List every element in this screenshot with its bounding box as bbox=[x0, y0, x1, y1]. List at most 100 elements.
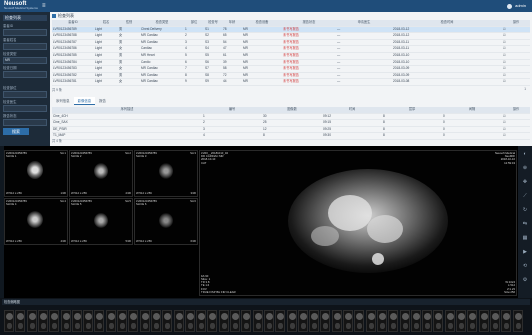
date-input[interactable] bbox=[3, 70, 47, 78]
thumbnail[interactable] bbox=[331, 310, 342, 332]
thumbnail[interactable] bbox=[4, 310, 14, 332]
viewport-5[interactable]: LVR0123456789 SLICE 5 SA 5 W:512 L:256 5… bbox=[69, 198, 133, 245]
doctor-input[interactable] bbox=[3, 104, 47, 112]
table-row[interactable]: LVR0123456789 Light 男 Chest Delivery 1 S1 78 MR… bbox=[52, 26, 530, 34]
thumbnail[interactable] bbox=[433, 310, 444, 332]
thumbnail[interactable] bbox=[297, 310, 308, 332]
overlay-text: SA 1 bbox=[60, 151, 66, 155]
reset-icon[interactable]: ⟲ bbox=[522, 264, 528, 269]
report-status-select[interactable] bbox=[3, 118, 47, 126]
zoom-icon[interactable]: ⊕ bbox=[522, 166, 528, 171]
thumbnail[interactable] bbox=[275, 310, 286, 332]
table-row[interactable]: LVR0123456782 Light 男 MR Cardiac 8 S8 72 MR 未书写报… bbox=[52, 72, 530, 80]
thumbnail[interactable] bbox=[139, 310, 150, 332]
thumbnail[interactable] bbox=[354, 310, 365, 332]
table-row[interactable]: LVR0123456781 Light 女 MR Cardiac 9 S9 44 MR 未书写报… bbox=[52, 78, 530, 86]
modality-select[interactable]: MR bbox=[3, 56, 47, 64]
thumbnail[interactable] bbox=[444, 310, 455, 332]
thumbnail[interactable] bbox=[241, 310, 252, 332]
viewport-3[interactable]: LVR0123456789 SLICE 3 SA 3 W:512 L:256 3… bbox=[134, 150, 198, 197]
thumbnail[interactable] bbox=[478, 310, 489, 332]
thumbnail[interactable] bbox=[150, 310, 161, 332]
search-button[interactable]: 搜索 bbox=[3, 128, 29, 135]
layout-icon[interactable]: ▦ bbox=[522, 236, 528, 241]
viewport-2[interactable]: LVR0123456789 SLICE 2 SA 2 W:512 L:256 2… bbox=[69, 150, 133, 197]
heart-image bbox=[27, 161, 43, 179]
table-row[interactable]: DE_PSIR 3 12 09:25 8 0 ☑ bbox=[52, 126, 530, 134]
thumbnail[interactable] bbox=[410, 310, 421, 332]
thumbnail[interactable] bbox=[218, 310, 229, 332]
table-row[interactable]: LVR0123456785 Light 男 MR Heart 5 S5 61 MR 未书写报告 —… bbox=[52, 52, 530, 60]
thumbnail[interactable] bbox=[343, 310, 353, 332]
thumbnail[interactable] bbox=[230, 310, 240, 332]
thumbnail[interactable] bbox=[252, 310, 263, 332]
menu-icon[interactable]: ≡ bbox=[42, 3, 48, 9]
viewport-6[interactable]: LVR0123456789 SLICE 6 SA 6 W:512 L:256 6… bbox=[134, 198, 198, 245]
table-row[interactable]: Cine_SAX 2 25 09:15 8 0 ☑ bbox=[52, 119, 530, 127]
thumbnail[interactable] bbox=[399, 310, 410, 332]
thumbnail[interactable] bbox=[320, 310, 331, 332]
flip-icon[interactable]: ⇆ bbox=[522, 222, 528, 227]
thumbnail[interactable] bbox=[128, 310, 139, 332]
thumbnail-image bbox=[141, 313, 149, 320]
thumbnail-image bbox=[436, 323, 442, 329]
thumbnail[interactable] bbox=[489, 310, 500, 332]
thumbnail[interactable] bbox=[422, 310, 433, 332]
thumbnail[interactable] bbox=[376, 310, 387, 332]
thumbnail[interactable] bbox=[26, 310, 37, 332]
table-row[interactable]: LVR0123456786 Light 女 Cardiac 4 S4 47 MR 未书写报告 —2… bbox=[52, 45, 530, 53]
thumbnail[interactable] bbox=[15, 310, 26, 332]
thumbnail[interactable] bbox=[83, 310, 94, 332]
tab-image-info[interactable]: 影像信息 bbox=[73, 97, 96, 105]
body-part-input[interactable] bbox=[3, 90, 47, 98]
thumbnail[interactable] bbox=[207, 310, 218, 332]
table-row[interactable]: LVR0123456783 Light 女 MR Cardiac 7 S7 58 MR 未书写报… bbox=[52, 65, 530, 73]
main-viewport[interactable]: LVR0__20181010_02 DR CARDIAC MR 2018-10-… bbox=[199, 150, 517, 296]
table-row[interactable]: LVR0123456784 Light 男 Cardio 6 S6 39 MR 未书写报告 —20… bbox=[52, 59, 530, 67]
thumbnail[interactable] bbox=[105, 310, 116, 332]
patient-name-input[interactable] bbox=[3, 42, 47, 50]
thumbnail[interactable] bbox=[467, 310, 478, 332]
table-row[interactable]: LVR0123456788 Light 女 MR Cardiac 2 S2 65 MR 未书写报… bbox=[52, 32, 530, 40]
user-menu[interactable]: admin bbox=[507, 3, 526, 9]
thumbnail[interactable] bbox=[162, 310, 173, 332]
measure-icon[interactable]: ⟋ bbox=[522, 194, 528, 199]
thumbnail[interactable] bbox=[501, 310, 512, 332]
thumbnail[interactable] bbox=[456, 310, 466, 332]
window-level-icon[interactable]: ◐ bbox=[522, 152, 528, 157]
rotate-icon[interactable]: ↻ bbox=[522, 208, 528, 213]
thumbnail[interactable] bbox=[196, 310, 207, 332]
thumbnail[interactable] bbox=[184, 310, 195, 332]
viewport-4[interactable]: LVR0123456789 SLICE 4 SA 4 W:512 L:256 4… bbox=[4, 198, 68, 245]
thumbnail[interactable] bbox=[512, 310, 523, 332]
pager-page[interactable]: 1 bbox=[524, 87, 526, 91]
table-row[interactable]: LVR0123456787 Light 男 MR Cardiac 3 S3 54 MR 未书写报… bbox=[52, 39, 530, 47]
cine-icon[interactable]: ▶ bbox=[522, 250, 528, 255]
table-cell: 25 bbox=[262, 119, 322, 127]
thumbnail[interactable] bbox=[365, 310, 376, 332]
thumbnail[interactable] bbox=[94, 310, 105, 332]
patient-id-input[interactable] bbox=[3, 28, 47, 36]
thumbnail[interactable] bbox=[49, 310, 60, 332]
pan-icon[interactable]: ✥ bbox=[522, 180, 528, 185]
field-modality: 检查类型 MR bbox=[3, 52, 47, 64]
thumbnail[interactable] bbox=[388, 310, 399, 332]
thumbnail[interactable] bbox=[117, 310, 127, 332]
viewport-1[interactable]: LVR0123456789 SLICE 1 SA 1 W:512 L:256 1… bbox=[4, 150, 68, 197]
table-cell: 2 bbox=[202, 119, 262, 127]
thumbnail[interactable] bbox=[71, 310, 82, 332]
overlay-text: W:512 L:256 bbox=[6, 190, 22, 195]
thumbnail[interactable] bbox=[286, 310, 297, 332]
table-cell: LVR0123456784 bbox=[52, 59, 94, 67]
thumbnail[interactable] bbox=[309, 310, 320, 332]
tab-report[interactable]: 报告 bbox=[95, 97, 110, 105]
thumbnail[interactable] bbox=[60, 310, 71, 332]
thumbnail[interactable] bbox=[263, 310, 274, 332]
table-cell: LVR0123456789 bbox=[52, 26, 94, 34]
tab-series-info[interactable]: 序列信息 bbox=[52, 97, 74, 105]
table-row[interactable]: Cine_4CH 1 30 09:12 8 0 ☑ bbox=[52, 113, 530, 121]
settings-icon[interactable]: ⚙ bbox=[522, 278, 528, 283]
thumbnail[interactable] bbox=[37, 310, 48, 332]
thumbnail[interactable] bbox=[173, 310, 184, 332]
heart-image bbox=[94, 213, 108, 228]
